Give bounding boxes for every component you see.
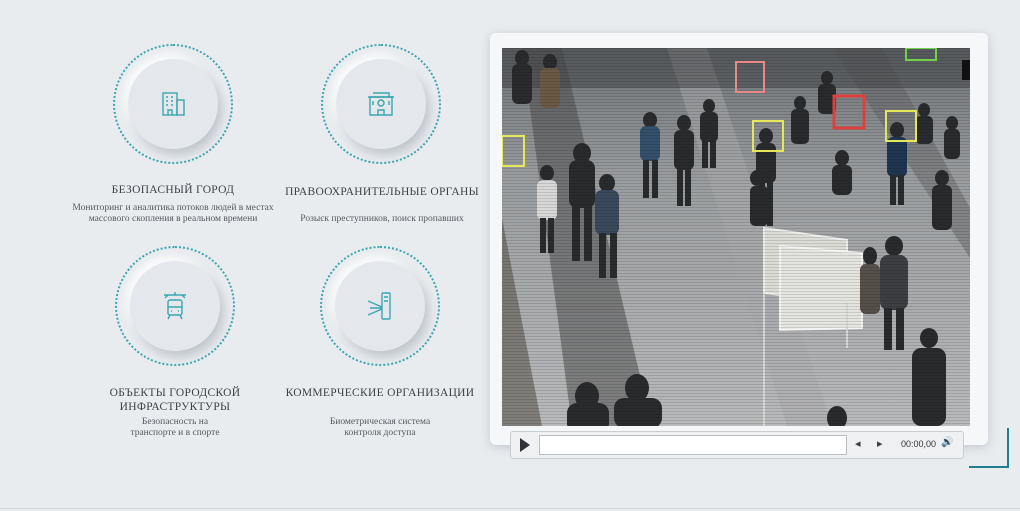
decorative-corner (969, 428, 1009, 468)
previous-frame-icon[interactable]: ◂ (855, 437, 861, 450)
card-title: ПРАВООХРАНИТЕЛЬНЫЕ ОРГАНЫ (285, 186, 479, 198)
video-player: ◂ ▸ 00:00,00 🔊 (490, 33, 988, 459)
crowd-scene-image (502, 48, 970, 426)
card-description: Мониторинг и аналитика потоков людей в м… (72, 203, 274, 224)
video-progress-bar[interactable] (539, 435, 847, 455)
icon-ring (321, 44, 441, 164)
card-description: Безопасность на транспорте и в спорте (130, 417, 220, 438)
next-frame-icon[interactable]: ▸ (877, 437, 883, 450)
icon-disc (128, 59, 218, 149)
volume-icon[interactable]: 🔊 (941, 437, 953, 448)
time-display: 00:00,00 (901, 439, 937, 449)
icon-ring (320, 246, 440, 366)
train-icon (164, 292, 186, 320)
icon-disc (335, 261, 425, 351)
icon-ring (113, 44, 233, 164)
card-safe-city[interactable]: БЕЗОПАСНЫЙ ГОРОД Мониторинг и аналитика … (63, 44, 283, 234)
icon-disc (130, 261, 220, 351)
turnstile-icon (367, 292, 391, 320)
video-controls: ◂ ▸ 00:00,00 🔊 (510, 431, 964, 459)
icon-ring (115, 246, 235, 366)
card-commercial-organizations[interactable]: КОММЕРЧЕСКИЕ ОРГАНИЗАЦИИ Биометрическая … (270, 246, 490, 446)
icon-disc (336, 59, 426, 149)
card-law-enforcement[interactable]: ПРАВООХРАНИТЕЛЬНЫЕ ОРГАНЫ Розыск преступ… (272, 44, 492, 234)
play-icon[interactable] (520, 438, 530, 452)
police-station-icon (368, 92, 394, 116)
card-description: Биометрическая система контроля доступа (329, 417, 431, 438)
card-title: КОММЕРЧЕСКИЕ ОРГАНИЗАЦИИ (285, 387, 475, 399)
card-description: Розыск преступников, поиск пропавших (300, 214, 464, 224)
card-title: ОБЪЕКТЫ ГОРОДСКОЙ ИНФРАСТРУКТУРЫ (109, 387, 241, 413)
city-building-icon (162, 92, 185, 116)
divider (0, 508, 1020, 509)
card-city-infrastructure[interactable]: ОБЪЕКТЫ ГОРОДСКОЙ ИНФРАСТРУКТУРЫ Безопас… (65, 246, 285, 446)
card-title: БЕЗОПАСНЫЙ ГОРОД (111, 184, 235, 196)
surveillance-video-frame[interactable] (502, 48, 970, 426)
